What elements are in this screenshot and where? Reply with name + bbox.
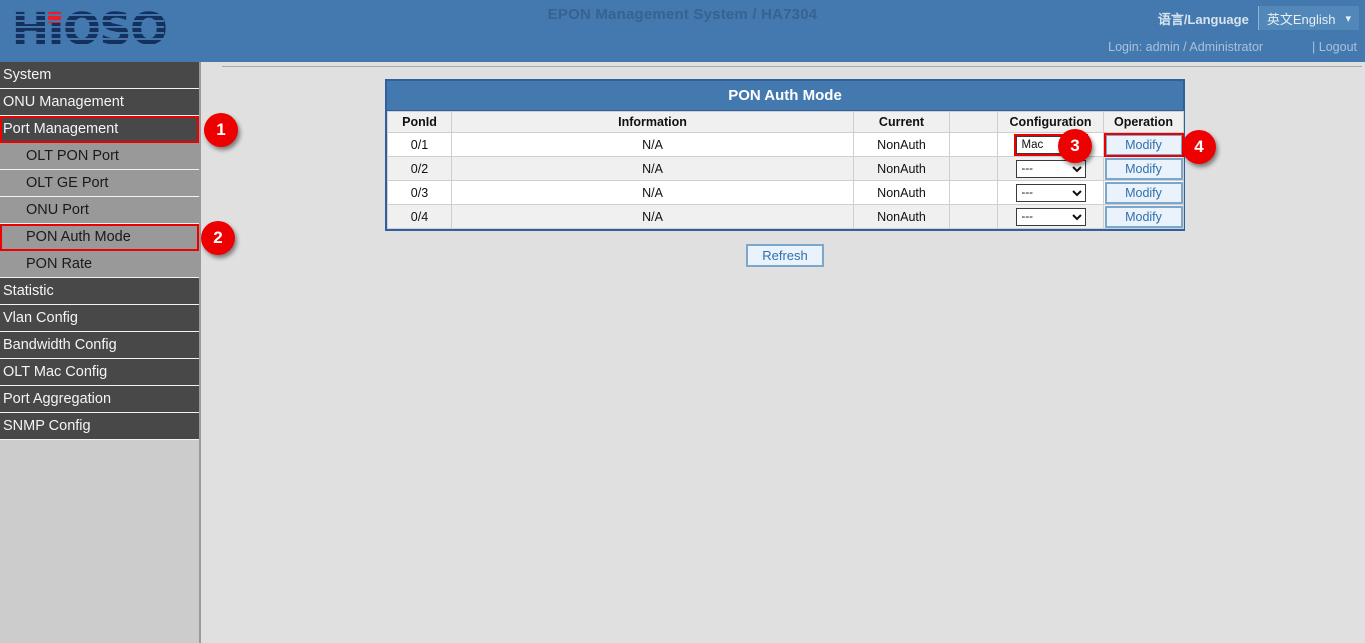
cell-operation: Modify xyxy=(1104,133,1184,157)
sidebar-item-bandwidth-config[interactable]: Bandwidth Config xyxy=(0,332,199,359)
cell-ponid: 0/3 xyxy=(388,181,452,205)
content-top-divider xyxy=(222,66,1362,67)
sidebar-item-snmp-config[interactable]: SNMP Config xyxy=(0,413,199,440)
language-selector[interactable]: 语言/Language 英文English ▾ xyxy=(1158,6,1359,30)
cell-current: NonAuth xyxy=(854,205,950,229)
cell-configuration: ---MacLoidLoidPassword xyxy=(998,181,1104,205)
cell-information: N/A xyxy=(452,205,854,229)
cell-current: NonAuth xyxy=(854,133,950,157)
login-user-text: Login: admin / Administrator xyxy=(1108,40,1263,54)
login-info-bar: Login: admin / Administrator | Logout xyxy=(0,40,1365,54)
sidebar-item-statistic[interactable]: Statistic xyxy=(0,278,199,305)
sidebar-item-olt-mac-config[interactable]: OLT Mac Config xyxy=(0,359,199,386)
cell-spacer xyxy=(950,181,998,205)
sidebar-item-label: Port Aggregation xyxy=(3,391,111,407)
table-row: 0/4N/ANonAuth ---MacLoidLoidPassword Modif… xyxy=(388,205,1184,229)
col-header-ponid: PonId xyxy=(388,112,452,133)
refresh-button-row: Refresh xyxy=(385,244,1185,267)
table-row: 0/2N/ANonAuth ---MacLoidLoidPasswordModif… xyxy=(388,157,1184,181)
table-row: 0/3N/ANonAuth ---MacLoidLoidPassword Modif… xyxy=(388,181,1184,205)
sidebar-nav: System ONU Management Port Management OLT P… xyxy=(0,62,199,643)
sidebar-item-label: OLT Mac Config xyxy=(3,364,107,380)
page-root: HIOSO EPON Management System / HA7304 语言… xyxy=(0,0,1365,643)
sidebar-item-label: Vlan Config xyxy=(3,310,78,326)
sidebar-item-label: OLT PON Port xyxy=(26,148,119,164)
cell-configuration: ---MacLoidLoidPassword xyxy=(998,205,1104,229)
cell-current: NonAuth xyxy=(854,157,950,181)
sidebar-item-label: OLT GE Port xyxy=(26,175,108,191)
step-badge-2: 2 xyxy=(201,221,235,255)
cell-current: NonAuth xyxy=(854,181,950,205)
sidebar-item-pon-auth-mode[interactable]: PON Auth Mode xyxy=(0,224,199,251)
cell-operation: Modify xyxy=(1104,205,1184,229)
cell-configuration: ---MacLoidLoidPassword xyxy=(998,157,1104,181)
step-badge-3: 3 xyxy=(1058,129,1092,163)
cell-spacer xyxy=(950,205,998,229)
table-header-row: PonId Information Current Configuration … xyxy=(388,112,1184,133)
modify-button[interactable]: Modify xyxy=(1105,158,1183,180)
col-header-current: Current xyxy=(854,112,950,133)
auth-mode-select[interactable]: ---MacLoidLoidPassword xyxy=(1016,208,1086,226)
col-header-configuration: Configuration xyxy=(998,112,1104,133)
sidebar-item-pon-rate[interactable]: PON Rate xyxy=(0,251,199,278)
cell-spacer xyxy=(950,157,998,181)
col-header-information: Information xyxy=(452,112,854,133)
sidebar-item-olt-ge-port[interactable]: OLT GE Port xyxy=(0,170,199,197)
sidebar-item-label: Bandwidth Config xyxy=(3,337,117,353)
cell-spacer xyxy=(950,133,998,157)
sidebar-item-label: PON Rate xyxy=(26,256,92,272)
cell-ponid: 0/2 xyxy=(388,157,452,181)
modify-button[interactable]: Modify xyxy=(1105,134,1183,156)
refresh-button[interactable]: Refresh xyxy=(746,244,824,267)
language-dropdown[interactable]: 英文English ▾ xyxy=(1258,6,1359,30)
language-label: 语言/Language xyxy=(1158,9,1258,28)
cell-information: N/A xyxy=(452,181,854,205)
language-value: 英文English xyxy=(1267,9,1336,28)
sidebar-item-label: SNMP Config xyxy=(3,418,91,434)
sidebar-item-label: Port Management xyxy=(3,121,118,137)
sidebar-item-onu-port[interactable]: ONU Port xyxy=(0,197,199,224)
modify-button[interactable]: Modify xyxy=(1105,182,1183,204)
col-header-spacer xyxy=(950,112,998,133)
sidebar-item-label: ONU Management xyxy=(3,94,124,110)
cell-ponid: 0/1 xyxy=(388,133,452,157)
sidebar-item-port-management[interactable]: Port Management xyxy=(0,116,199,143)
col-header-operation: Operation xyxy=(1104,112,1184,133)
cell-information: N/A xyxy=(452,133,854,157)
sidebar-item-vlan-config[interactable]: Vlan Config xyxy=(0,305,199,332)
panel-title: PON Auth Mode xyxy=(387,81,1183,111)
sidebar-item-label: System xyxy=(3,67,51,83)
logout-link[interactable]: | Logout xyxy=(1312,40,1357,54)
app-header: HIOSO EPON Management System / HA7304 语言… xyxy=(0,0,1365,62)
sidebar-item-onu-management[interactable]: ONU Management xyxy=(0,89,199,116)
modify-button[interactable]: Modify xyxy=(1105,206,1183,228)
cell-ponid: 0/4 xyxy=(388,205,452,229)
cell-operation: Modify xyxy=(1104,157,1184,181)
cell-information: N/A xyxy=(452,157,854,181)
step-badge-4: 4 xyxy=(1182,130,1216,164)
sidebar-item-system[interactable]: System xyxy=(0,62,199,89)
auth-mode-select[interactable]: ---MacLoidLoidPassword xyxy=(1016,184,1086,202)
pon-auth-table: PonId Information Current Configuration … xyxy=(387,111,1184,229)
sidebar-item-olt-pon-port[interactable]: OLT PON Port xyxy=(0,143,199,170)
sidebar-item-label: PON Auth Mode xyxy=(26,229,131,245)
step-badge-1: 1 xyxy=(204,113,238,147)
sidebar-item-label: ONU Port xyxy=(26,202,89,218)
sidebar-item-label: Statistic xyxy=(3,283,54,299)
sidebar-item-port-aggregation[interactable]: Port Aggregation xyxy=(0,386,199,413)
cell-operation: Modify xyxy=(1104,181,1184,205)
chevron-down-icon: ▾ xyxy=(1345,12,1351,25)
